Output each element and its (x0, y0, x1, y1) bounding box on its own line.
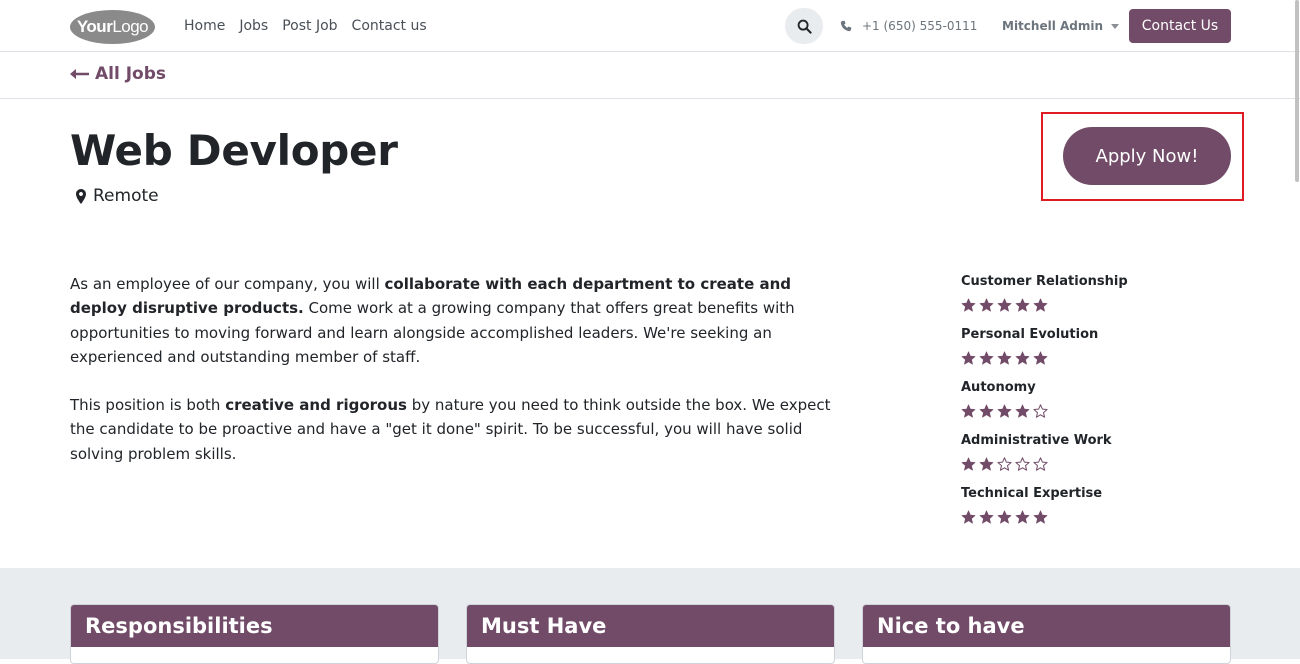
star-filled-icon (961, 298, 976, 312)
star-empty-icon (1015, 457, 1030, 471)
search-icon (797, 19, 812, 34)
job-title: Web Devloper (70, 126, 398, 175)
skill-name: Autonomy (961, 380, 1036, 395)
star-filled-icon (979, 457, 994, 471)
description-run: As an employee of our company, you will (70, 275, 385, 293)
card-title-responsibilities: Responsibilities (71, 605, 438, 647)
star-filled-icon (961, 351, 976, 365)
star-filled-icon (1015, 404, 1030, 418)
skill-name: Customer Relationship (961, 274, 1128, 289)
description-paragraph-1: As an employee of our company, you will … (70, 272, 840, 369)
chevron-down-icon (1111, 23, 1120, 29)
contact-us-button[interactable]: Contact Us (1129, 9, 1231, 43)
description-paragraph-2: This position is both creative and rigor… (70, 393, 840, 466)
star-filled-icon (997, 298, 1012, 312)
star-filled-icon (979, 510, 994, 524)
company-logo[interactable]: Your Logo (70, 10, 155, 44)
card-title-must-have: Must Have (467, 605, 834, 647)
star-filled-icon (979, 351, 994, 365)
search-button[interactable] (785, 8, 823, 44)
star-filled-icon (1015, 510, 1030, 524)
phone-number: +1 (650) 555-0111 (862, 19, 978, 33)
location-label: Remote (93, 186, 159, 206)
must-have-card: Must Have (466, 604, 835, 664)
star-filled-icon (1033, 510, 1048, 524)
star-filled-icon (961, 404, 976, 418)
star-filled-icon (997, 351, 1012, 365)
all-jobs-back-link[interactable]: All Jobs (70, 64, 166, 84)
star-empty-icon (997, 457, 1012, 471)
job-description: As an employee of our company, you will … (70, 272, 840, 490)
nice-to-have-card: Nice to have (862, 604, 1231, 664)
skill-rating-stars (961, 504, 1201, 537)
skill-name: Administrative Work (961, 433, 1112, 448)
job-location: Remote (76, 186, 159, 206)
user-menu-dropdown[interactable]: Mitchell Admin (1002, 0, 1120, 52)
user-name: Mitchell Admin (1002, 19, 1104, 33)
description-run: This position is both (70, 396, 226, 415)
skill-rating-stars (961, 292, 1201, 325)
skill-name: Personal Evolution (961, 327, 1099, 342)
star-filled-icon (961, 510, 976, 524)
skill-rating-stars (961, 398, 1201, 431)
menu-item-post-job[interactable]: Post Job (282, 18, 337, 34)
main-menu: Home Jobs Post Job Contact us (184, 0, 441, 52)
responsibilities-card: Responsibilities (70, 604, 439, 664)
star-filled-icon (1015, 298, 1030, 312)
star-empty-icon (1033, 404, 1048, 418)
job-subnav: All Jobs (0, 52, 1300, 99)
star-filled-icon (979, 404, 994, 418)
star-filled-icon (997, 510, 1012, 524)
page-scrollbar[interactable] (1294, 0, 1300, 659)
arrow-left-icon (70, 69, 89, 79)
skill-name: Technical Expertise (961, 486, 1103, 501)
skill-rating-stars (961, 345, 1201, 378)
star-filled-icon (961, 457, 976, 471)
skills-rating-list: Customer Relationship Personal Evolution A… (961, 272, 1201, 537)
star-filled-icon (1033, 351, 1048, 365)
apply-now-button[interactable]: Apply Now! (1063, 127, 1231, 185)
all-jobs-label: All Jobs (95, 64, 167, 84)
top-navbar: Your Logo Home Jobs Post Job Contact us +… (0, 0, 1300, 52)
map-marker-icon (76, 188, 86, 204)
phone-contact[interactable]: +1 (650) 555-0111 (840, 0, 977, 52)
description-run: creative and rigorous (225, 396, 407, 415)
star-filled-icon (979, 298, 994, 312)
menu-item-contact-us[interactable]: Contact us (352, 18, 427, 34)
star-filled-icon (997, 404, 1012, 418)
menu-item-home[interactable]: Home (184, 18, 225, 34)
scrollbar-thumb[interactable] (1295, 0, 1299, 182)
star-filled-icon (1015, 351, 1030, 365)
card-title-nice-to-have: Nice to have (863, 605, 1230, 647)
star-filled-icon (1033, 298, 1048, 312)
menu-item-jobs[interactable]: Jobs (239, 18, 268, 34)
skill-rating-stars (961, 451, 1201, 484)
phone-icon (840, 20, 852, 32)
star-empty-icon (1033, 457, 1048, 471)
